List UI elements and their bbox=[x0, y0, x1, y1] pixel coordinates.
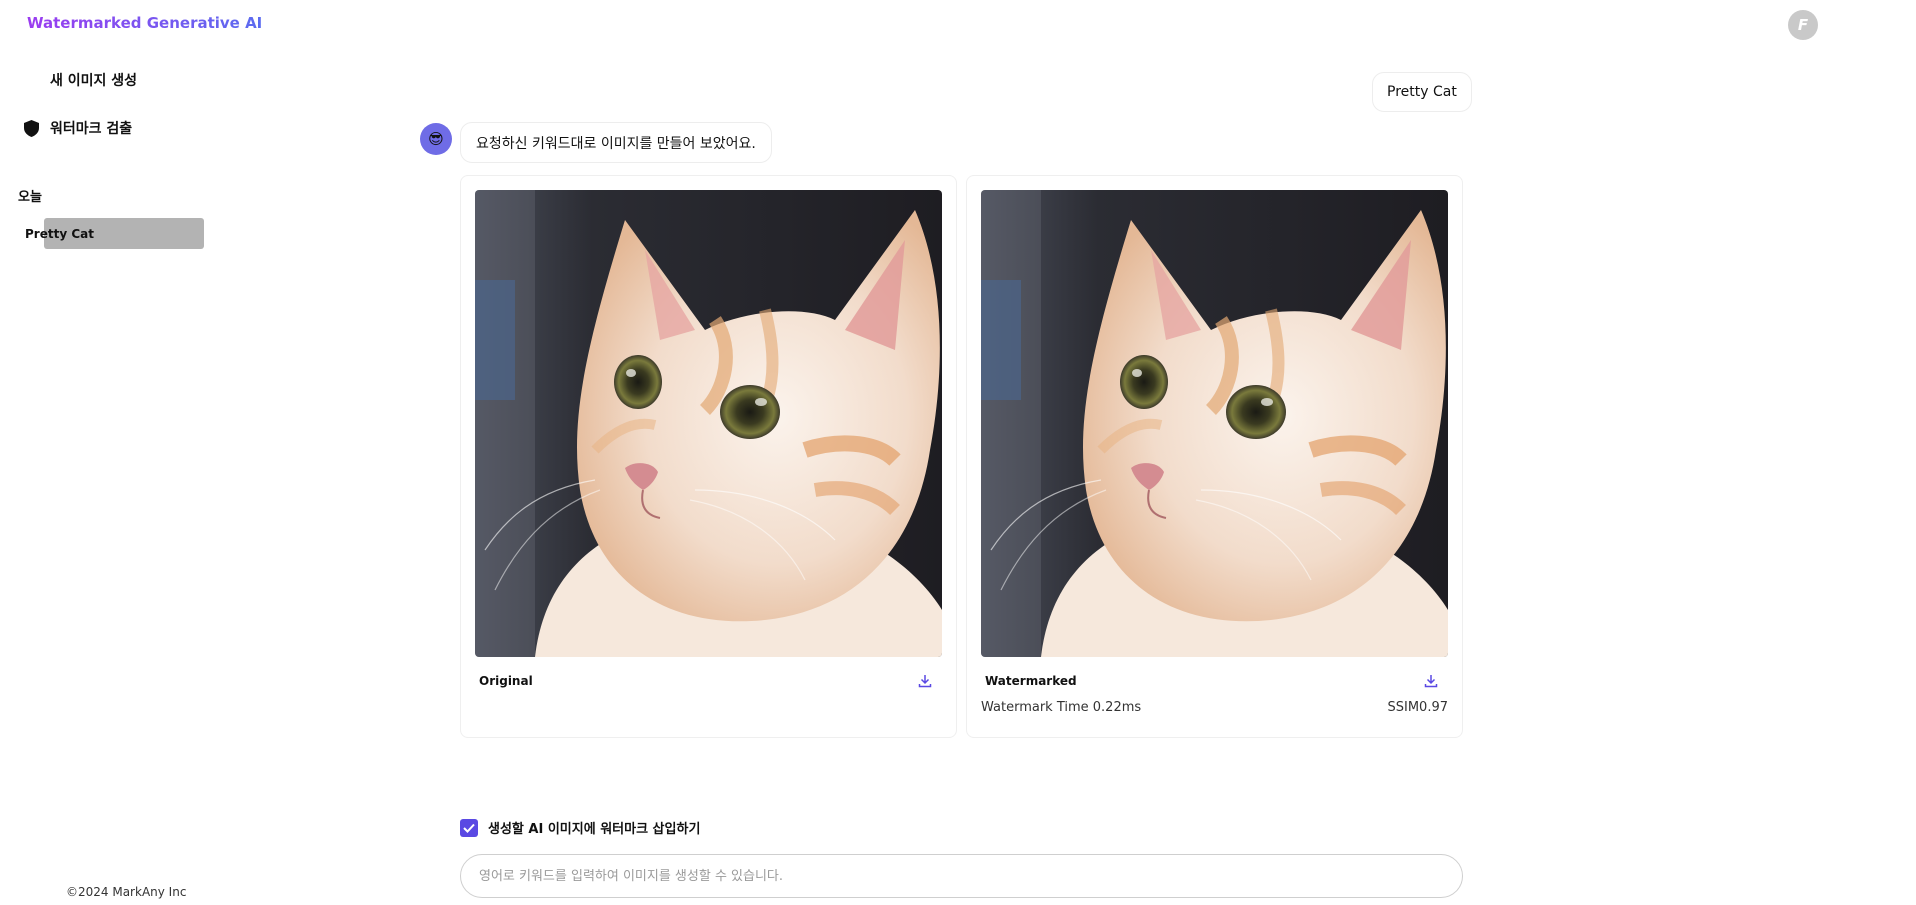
user-message: Pretty Cat bbox=[1372, 72, 1472, 112]
user-avatar[interactable]: F bbox=[1788, 10, 1818, 40]
section-today: 오늘 bbox=[18, 190, 42, 205]
check-icon bbox=[463, 823, 475, 833]
prompt-input[interactable] bbox=[460, 854, 1463, 898]
watermark-detect-button[interactable]: 워터마크 검출 bbox=[22, 118, 132, 138]
bot-avatar: 😎 bbox=[420, 123, 452, 155]
watermark-detect-label: 워터마크 검출 bbox=[50, 121, 133, 137]
new-image-label: 새 이미지 생성 bbox=[50, 73, 138, 89]
new-image-button[interactable]: 새 이미지 생성 bbox=[22, 70, 137, 90]
history-item-label: Pretty Cat bbox=[25, 226, 94, 241]
original-title: Original bbox=[479, 674, 533, 688]
footer-copyright: ©2024 MarkAny Inc bbox=[66, 885, 187, 899]
watermark-time: Watermark Time 0.22ms bbox=[981, 700, 1142, 715]
bot-message: 요청하신 키워드대로 이미지를 만들어 보았어요. bbox=[460, 122, 772, 163]
watermarked-image[interactable] bbox=[981, 190, 1448, 657]
watermark-checkbox-label: 생성할 AI 이미지에 워터마크 삽입하기 bbox=[488, 822, 701, 837]
watermark-checkbox-row[interactable]: 생성할 AI 이미지에 워터마크 삽입하기 bbox=[460, 818, 700, 837]
shield-icon bbox=[22, 119, 40, 137]
watermarked-image-card: Watermarked Watermark Time 0.22ms SSIM0.… bbox=[966, 175, 1463, 738]
history-item[interactable]: Pretty Cat bbox=[18, 218, 204, 249]
download-icon[interactable] bbox=[916, 672, 934, 690]
original-image[interactable] bbox=[475, 190, 942, 657]
original-image-card: Original bbox=[460, 175, 957, 738]
watermark-checkbox[interactable] bbox=[460, 818, 478, 837]
download-icon[interactable] bbox=[1422, 672, 1440, 690]
blank-icon bbox=[22, 71, 40, 89]
ssim-value: SSIM0.97 bbox=[1387, 700, 1449, 715]
watermarked-title: Watermarked bbox=[985, 674, 1077, 688]
sidebar: 새 이미지 생성 워터마크 검출 오늘 Pretty Cat ©2024 Mar… bbox=[0, 0, 230, 905]
